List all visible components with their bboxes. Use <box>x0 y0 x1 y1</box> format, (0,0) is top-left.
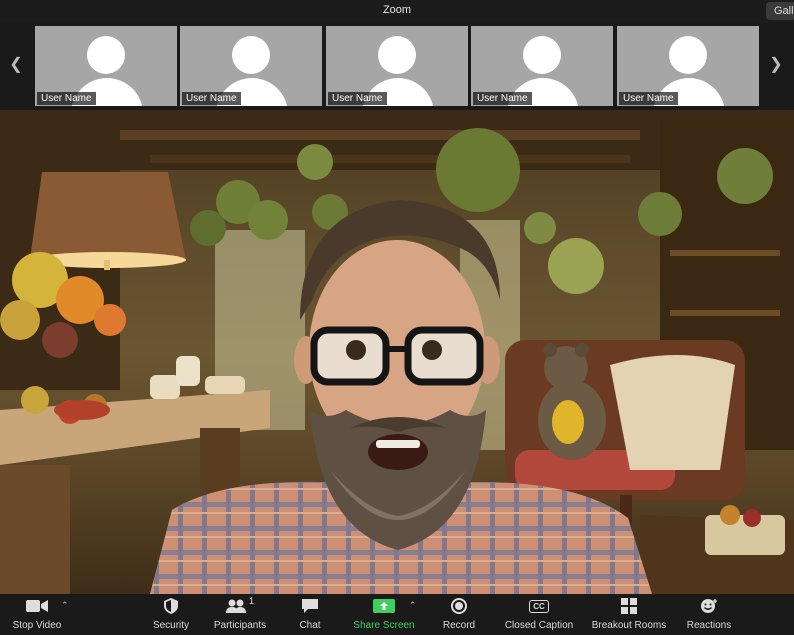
participant-name: User Name <box>473 92 532 105</box>
security-button[interactable]: Security <box>146 596 196 634</box>
participants-button[interactable]: 1 Participants <box>209 596 271 634</box>
participant-name: User Name <box>182 92 241 105</box>
closed-caption-icon: CC <box>500 596 578 616</box>
chat-bubble-icon <box>292 596 328 616</box>
share-screen-button[interactable]: Share Screen <box>350 596 418 634</box>
record-button[interactable]: Record <box>440 596 478 634</box>
participant-strip: ❮ User Name User Name User Name User Nam… <box>0 22 794 110</box>
avatar-head-icon <box>232 36 270 74</box>
participants-label: Participants <box>213 620 267 631</box>
video-options-caret-icon[interactable]: ⌃ <box>61 600 69 611</box>
reactions-label: Reactions <box>686 620 732 631</box>
participant-tile[interactable]: User Name <box>471 26 613 106</box>
participant-tile[interactable]: User Name <box>180 26 322 106</box>
stop-video-label: Stop Video <box>12 620 62 631</box>
active-speaker-video <box>0 110 794 594</box>
participant-tile[interactable]: User Name <box>35 26 177 106</box>
stop-video-button[interactable]: Stop Video <box>8 596 66 634</box>
gallery-view-button[interactable]: Gallery <box>766 2 794 20</box>
chat-label: Chat <box>299 620 321 631</box>
shield-icon <box>146 596 196 616</box>
avatar-head-icon <box>87 36 125 74</box>
smiley-icon <box>684 596 734 616</box>
window-title: Zoom <box>382 4 412 16</box>
participant-tile[interactable]: User Name <box>326 26 468 106</box>
next-page-arrow-icon[interactable]: ❯ <box>768 55 784 75</box>
closed-caption-label: Closed Caption <box>504 620 574 631</box>
avatar-head-icon <box>378 36 416 74</box>
share-options-caret-icon[interactable]: ⌃ <box>409 600 417 611</box>
meeting-toolbar: Stop Video ⌃ Security 1 Participants Cha… <box>0 594 794 635</box>
participant-tile[interactable]: User Name <box>617 26 759 106</box>
chat-button[interactable]: Chat <box>292 596 328 634</box>
closed-caption-button[interactable]: CC Closed Caption <box>500 596 578 634</box>
participants-count: 1 <box>248 596 254 606</box>
previous-page-arrow-icon[interactable]: ❮ <box>8 55 24 75</box>
reactions-button[interactable]: Reactions <box>684 596 734 634</box>
avatar-head-icon <box>669 36 707 74</box>
breakout-rooms-icon <box>589 596 669 616</box>
title-bar: Zoom Gallery <box>0 0 794 22</box>
share-screen-label: Share Screen <box>353 620 415 631</box>
security-label: Security <box>152 620 190 631</box>
record-label: Record <box>442 620 476 631</box>
record-icon <box>440 596 478 616</box>
breakout-rooms-label: Breakout Rooms <box>591 620 667 631</box>
breakout-rooms-button[interactable]: Breakout Rooms <box>589 596 669 634</box>
share-screen-icon <box>350 596 418 616</box>
participant-name: User Name <box>328 92 387 105</box>
participants-icon: 1 <box>209 596 271 616</box>
participant-name: User Name <box>619 92 678 105</box>
cc-icon-text: CC <box>529 599 549 613</box>
video-camera-icon <box>8 596 66 616</box>
participant-name: User Name <box>37 92 96 105</box>
avatar-head-icon <box>523 36 561 74</box>
video-frame-illustration <box>0 110 794 594</box>
